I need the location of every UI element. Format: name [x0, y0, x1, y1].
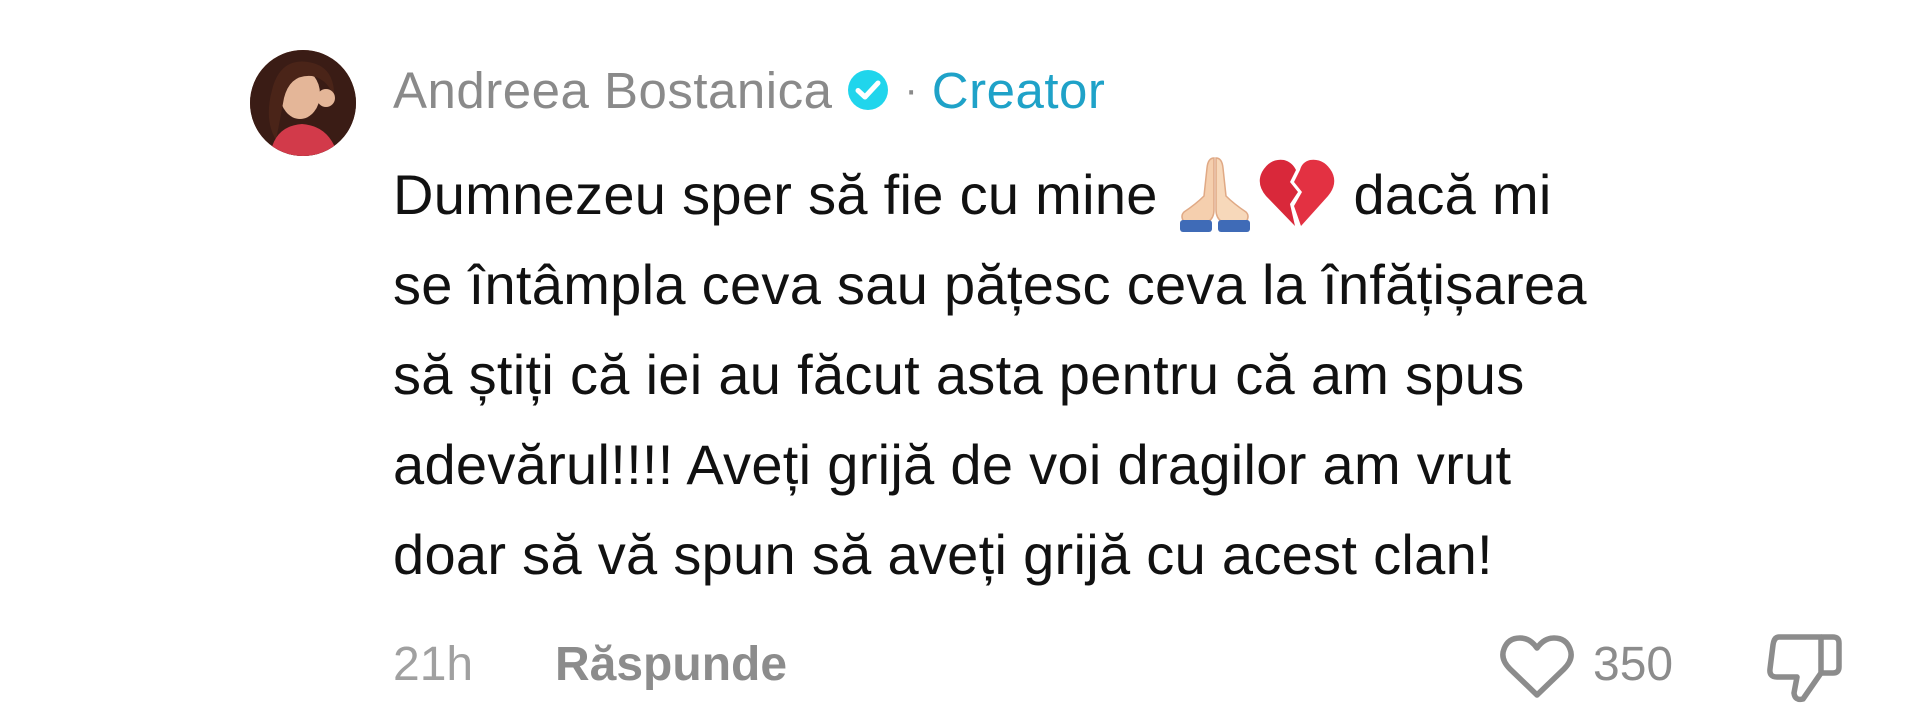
verified-check-icon [846, 68, 890, 112]
comment-text-line: să știți că iei au făcut asta pentru că … [393, 343, 1525, 406]
avatar[interactable] [250, 50, 356, 156]
heart-outline-icon[interactable] [1498, 633, 1576, 701]
thumbs-down-icon[interactable] [1763, 631, 1843, 705]
broken-heart-emoji [1256, 152, 1338, 232]
comment-text-segment: Dumnezeu sper să fie cu mine [393, 163, 1174, 226]
author-name[interactable]: Andreea Bostanica [393, 61, 832, 120]
avatar-image [250, 50, 356, 156]
comment-header: Andreea Bostanica · Creator [393, 55, 1105, 125]
creator-badge: Creator [931, 61, 1106, 119]
comment-item: Andreea Bostanica · Creator Dumnezeu spe… [0, 0, 1917, 703]
comment-text: Dumnezeu sper să fie cu mine dacă mi se … [393, 150, 1873, 600]
comment-footer: 21h Răspunde 350 [393, 633, 1873, 703]
comment-timestamp: 21h [393, 638, 474, 691]
comment-text-line: Dumnezeu sper să fie cu mine dacă mi [393, 150, 1873, 240]
comment-text-segment: dacă mi [1337, 163, 1552, 226]
reply-button[interactable]: Răspunde [555, 637, 787, 692]
comment-text-line: adevărul!!!! Aveți grijă de voi dragilor… [393, 433, 1512, 496]
comment-text-line: se întâmpla ceva sau pățesc ceva la înfă… [393, 253, 1587, 316]
folded-hands-emoji [1174, 152, 1256, 232]
separator-dot: · [904, 67, 918, 112]
like-count: 350 [1593, 638, 1674, 691]
comment-text-line: doar să vă spun să aveți grijă cu acest … [393, 523, 1493, 586]
